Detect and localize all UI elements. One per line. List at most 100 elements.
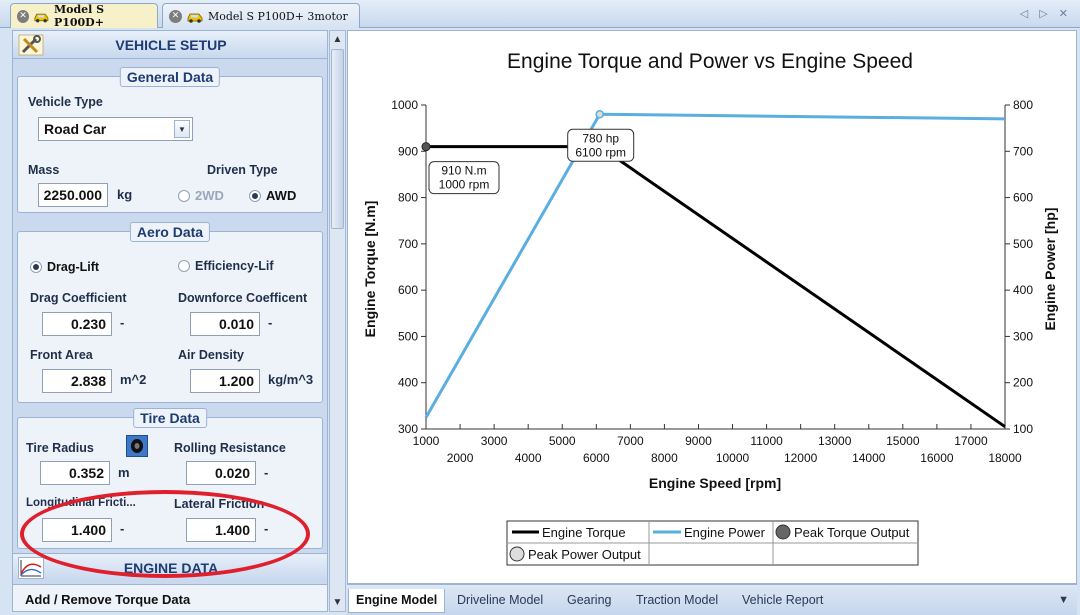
general-data-section: General Data Vehicle Type Road Car ▼ Mas… (17, 67, 323, 213)
peak-power-label-1: 780 hp (582, 131, 619, 145)
y-tick-label: 600 (398, 283, 418, 297)
document-tab-strip: ✕ Model S P100D+ ✕ Model S P100D+ 3motor… (0, 0, 1080, 29)
y-axis-label: Engine Torque [N.m] (362, 201, 378, 338)
y-tick-label: 700 (398, 237, 418, 251)
x-tick-label: 7000 (617, 434, 644, 448)
x-tick-label: 8000 (651, 451, 678, 465)
efficiency-lift-radio[interactable]: Efficiency-Lif (178, 259, 274, 273)
rolling-resistance-input[interactable]: 0.020 (186, 461, 256, 485)
tire-icon[interactable] (126, 435, 148, 457)
aero-data-section: Aero Data Drag-Lift Efficiency-Lif Drag … (17, 222, 323, 403)
doc-tab-label: Model S P100D+ (53, 3, 105, 29)
front-area-unit: m^2 (120, 372, 147, 387)
vehicle-type-label: Vehicle Type (28, 95, 103, 109)
peak-power-label-2: 6100 rpm (575, 145, 626, 159)
drag-lift-radio[interactable]: Drag-Lift (30, 260, 99, 274)
radio-dot-icon (178, 189, 190, 202)
x-tick-label: 9000 (685, 434, 712, 448)
general-data-title: General Data (119, 67, 221, 87)
chart-pane: Engine Torque and Power vs Engine Speed … (347, 30, 1077, 584)
y-tick-label: 800 (398, 191, 418, 205)
drag-coefficient-unit: - (120, 315, 125, 330)
mass-label: Mass (28, 163, 60, 177)
drag-lift-label: Drag-Lift (47, 260, 100, 274)
scroll-up-icon[interactable]: ▲ (330, 31, 345, 48)
radio-dot-icon (249, 189, 261, 202)
chevron-down-icon[interactable]: ▼ (1058, 594, 1069, 606)
tab-driveline-model[interactable]: Driveline Model (450, 589, 550, 613)
aero-data-title: Aero Data (129, 222, 211, 242)
x-tick-label: 3000 (481, 434, 508, 448)
x-tick-label: 13000 (818, 434, 852, 448)
close-tab-icon[interactable]: ✕ (169, 9, 182, 23)
car-icon (187, 13, 203, 23)
x-tick-label: 5000 (549, 434, 576, 448)
series-line-engine-torque (426, 145, 1006, 428)
y-tick-label: 1000 (391, 98, 418, 112)
tire-data-title: Tire Data (133, 408, 207, 428)
air-density-label: Air Density (178, 348, 244, 362)
drag-coefficient-label: Drag Coefficient (30, 291, 127, 305)
x-tick-label: 15000 (886, 434, 920, 448)
doc-tab-model-s-p100d-3motor[interactable]: ✕ Model S P100D+ 3motor (162, 3, 360, 28)
drive-2wd-radio[interactable]: 2WD (178, 188, 224, 203)
air-density-unit: kg/m^3 (268, 372, 314, 387)
bottom-tab-strip: Engine Model Driveline Model Gearing Tra… (347, 584, 1077, 615)
mass-input[interactable]: 2250.000 (38, 183, 108, 207)
y-tick-label: 500 (398, 329, 418, 343)
tire-radius-label: Tire Radius (26, 441, 94, 455)
front-area-input[interactable]: 2.838 (42, 369, 112, 393)
x-tick-label: 16000 (920, 451, 954, 465)
downforce-coefficient-unit: - (268, 315, 273, 330)
mass-unit: kg (117, 187, 133, 202)
doc-tab-model-s-p100d[interactable]: ✕ Model S P100D+ (10, 3, 158, 29)
y2-tick-label: 700 (1013, 144, 1033, 158)
peak-torque-marker (421, 142, 431, 152)
peak-power-marker (595, 110, 604, 119)
scrollbar-thumb[interactable] (331, 49, 344, 229)
x-tick-label: 18000 (988, 451, 1022, 465)
panel-scrollbar[interactable]: ▲ ▼ (329, 30, 346, 612)
x-tick-label: 1000 (413, 434, 440, 448)
x-tick-label: 14000 (852, 451, 886, 465)
chevron-down-icon[interactable]: ▼ (174, 120, 190, 138)
y2-tick-label: 400 (1013, 283, 1033, 297)
x-tick-label: 4000 (515, 451, 542, 465)
y2-tick-label: 100 (1013, 422, 1033, 436)
red-annotation-oval (20, 490, 310, 578)
y2-tick-label: 200 (1013, 376, 1033, 390)
close-tab-icon[interactable]: ✕ (17, 9, 30, 23)
tab-engine-model[interactable]: Engine Model (348, 589, 446, 613)
peak-torque-label-1: 910 N.m (441, 164, 486, 178)
y2-tick-label: 600 (1013, 191, 1033, 205)
x-tick-label: 12000 (784, 451, 818, 465)
engine-chart: Engine Torque and Power vs Engine Speed … (362, 50, 1058, 566)
driven-type-label: Driven Type (207, 163, 278, 177)
peak-torque-label-2: 1000 rpm (439, 178, 490, 192)
vehicle-type-select[interactable]: Road Car ▼ (38, 117, 193, 141)
y2-axis-label: Engine Power [hp] (1042, 208, 1058, 331)
tire-radius-input[interactable]: 0.352 (40, 461, 110, 485)
tab-navigation-arrows[interactable]: ◁ ▷ ✕ (1020, 7, 1072, 20)
tab-gearing[interactable]: Gearing (560, 589, 618, 613)
tab-vehicle-report[interactable]: Vehicle Report (735, 589, 830, 613)
y-tick-label: 900 (398, 144, 418, 158)
series-line-engine-power (424, 112, 1006, 419)
downforce-coefficient-input[interactable]: 0.010 (190, 312, 260, 336)
air-density-input[interactable]: 1.200 (190, 369, 260, 393)
vehicle-setup-title: VEHICLE SETUP (115, 37, 227, 53)
drag-coefficient-input[interactable]: 0.230 (42, 312, 112, 336)
y2-tick-label: 300 (1013, 329, 1033, 343)
drive-awd-label: AWD (266, 188, 297, 203)
radio-dot-icon (178, 260, 190, 272)
downforce-coefficient-label: Downforce Coefficent (178, 291, 308, 305)
drive-awd-radio[interactable]: AWD (249, 188, 296, 203)
tire-radius-unit: m (118, 465, 130, 480)
x-tick-label: 10000 (716, 451, 750, 465)
add-remove-torque-data[interactable]: Add / Remove Torque Data (13, 584, 327, 611)
x-tick-label: 17000 (954, 434, 988, 448)
x-axis-label: Engine Speed [rpm] (649, 475, 781, 491)
scroll-down-icon[interactable]: ▼ (330, 594, 345, 611)
rolling-resistance-unit: - (264, 465, 269, 480)
tab-traction-model[interactable]: Traction Model (629, 589, 725, 613)
